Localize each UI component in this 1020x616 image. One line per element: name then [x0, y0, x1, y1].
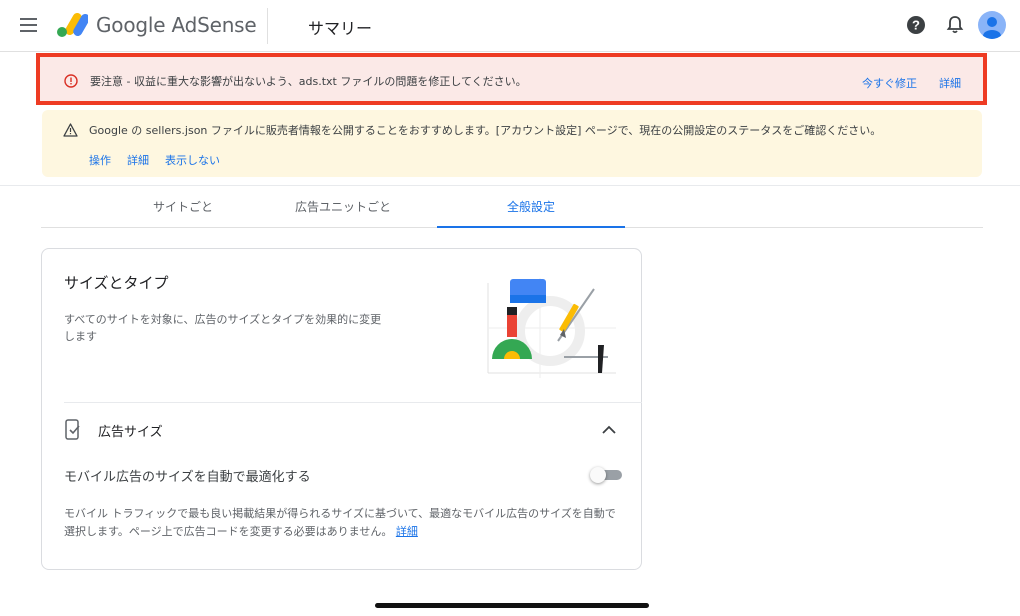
tab-bar: サイトごと 広告ユニットごと 全般設定: [41, 186, 983, 228]
chevron-up-icon[interactable]: [600, 421, 618, 439]
auto-optimize-toggle[interactable]: [590, 467, 622, 483]
brand-name: Google AdSense: [96, 13, 257, 37]
error-details-link[interactable]: 詳細: [939, 75, 961, 91]
auto-optimize-description: モバイル トラフィックで最も良い掲載結果が得られるサイズに基づいて、最適なモバイ…: [64, 505, 619, 541]
warning-message: Google の sellers.json ファイルに販売者情報を公開することを…: [89, 124, 882, 137]
card-description: すべてのサイトを対象に、広告のサイズとタイプを効果的に変更します: [64, 313, 382, 343]
error-icon: [64, 73, 78, 88]
mobile-check-icon: [64, 419, 82, 441]
learn-more-link[interactable]: 詳細: [396, 525, 418, 538]
home-indicator: [375, 603, 649, 608]
fix-now-link[interactable]: 今すぐ修正: [862, 75, 917, 91]
ad-size-section-title: 広告サイズ: [98, 425, 163, 440]
bell-icon[interactable]: [944, 14, 966, 36]
avatar-icon[interactable]: [978, 11, 1006, 39]
card-title: サイズとタイプ: [64, 274, 169, 292]
sellers-json-warning-banner: Google の sellers.json ファイルに販売者情報を公開することを…: [42, 110, 982, 177]
menu-icon[interactable]: [18, 14, 40, 36]
dismiss-link[interactable]: 表示しない: [165, 154, 220, 167]
size-type-card: サイズとタイプ すべてのサイトを対象に、広告のサイズとタイプを効果的に変更します: [41, 248, 642, 570]
card-divider: [64, 402, 642, 403]
page-title: サマリー: [308, 19, 373, 38]
warning-actions: 操作 詳細 表示しない: [89, 152, 236, 168]
option-description-text: モバイル トラフィックで最も良い掲載結果が得られるサイズに基づいて、最適なモバイ…: [64, 507, 616, 538]
warning-details-link[interactable]: 詳細: [127, 154, 149, 167]
error-message: 要注意 - 収益に重大な影響が出ないよう、ads.txt ファイルの問題を修正し…: [90, 75, 527, 88]
warning-icon: [63, 122, 78, 137]
svg-text:?: ?: [912, 18, 920, 33]
header-divider: [267, 8, 268, 44]
adsense-logo-icon: [56, 12, 90, 38]
top-app-bar: Google AdSense サマリー ?: [0, 0, 1020, 52]
design-tools-illustration: [480, 273, 620, 383]
tab-by-ad-unit[interactable]: 広告ユニットごと: [249, 186, 437, 228]
auto-optimize-label: モバイル広告のサイズを自動で最適化する: [64, 470, 311, 485]
help-icon[interactable]: ?: [905, 14, 927, 36]
ads-txt-error-banner: 要注意 - 収益に重大な影響が出ないよう、ads.txt ファイルの問題を修正し…: [36, 53, 987, 105]
action-link[interactable]: 操作: [89, 154, 111, 167]
tab-general-settings[interactable]: 全般設定: [437, 186, 625, 228]
